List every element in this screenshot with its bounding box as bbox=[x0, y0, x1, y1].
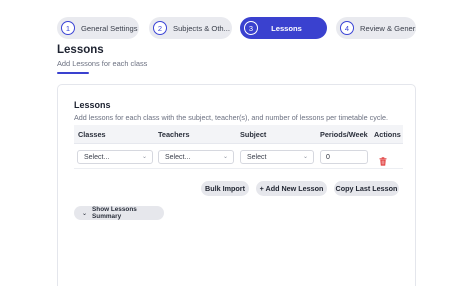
lessons-card: Lessons Add lessons for each class with … bbox=[57, 84, 416, 286]
column-header-classes: Classes bbox=[78, 129, 106, 139]
column-header-subject: Subject bbox=[240, 129, 267, 139]
chevron-down-icon: ⌄ bbox=[302, 154, 308, 160]
step-label: Lessons bbox=[271, 23, 302, 33]
step-label: General Settings bbox=[81, 23, 138, 33]
card-description: Add lessons for each class with the subj… bbox=[74, 113, 389, 122]
step-review-generate[interactable]: 4 Review & Gener... bbox=[336, 17, 416, 39]
column-header-teachers: Teachers bbox=[158, 129, 190, 139]
periods-per-week-input[interactable]: 0 bbox=[320, 150, 368, 164]
title-underline bbox=[57, 72, 89, 74]
bulk-import-button[interactable]: Bulk Import bbox=[201, 181, 249, 196]
trash-icon[interactable] bbox=[379, 153, 387, 171]
column-header-actions: Actions bbox=[374, 129, 401, 139]
page-subtitle: Add Lessons for each class bbox=[57, 59, 148, 68]
step-subjects[interactable]: 2 Subjects & Oth... bbox=[149, 17, 232, 39]
column-header-periods-week: Periods/Week bbox=[320, 129, 368, 139]
chevron-down-icon: ⌄ bbox=[222, 154, 228, 160]
wizard-stepper: 1 General Settings 2 Subjects & Oth... 3… bbox=[57, 17, 474, 39]
step-label: Review & Gener... bbox=[360, 23, 416, 33]
chevron-down-icon: ⌄ bbox=[82, 210, 88, 217]
page-title: Lessons bbox=[57, 44, 104, 56]
step-lessons[interactable]: 3 Lessons bbox=[240, 17, 327, 39]
classes-select[interactable]: Select... ⌄ bbox=[77, 150, 153, 164]
teachers-select[interactable]: Select... ⌄ bbox=[158, 150, 234, 164]
lessons-table: Classes Teachers Subject Periods/Week Ac… bbox=[74, 125, 403, 169]
chevron-down-icon: ⌄ bbox=[141, 154, 147, 160]
step-number: 2 bbox=[153, 21, 167, 35]
add-new-lesson-button[interactable]: + Add New Lesson bbox=[256, 181, 327, 196]
step-general-settings[interactable]: 1 General Settings bbox=[57, 17, 139, 39]
show-lessons-summary-toggle[interactable]: ⌄ Show Lessons Summary bbox=[74, 206, 164, 220]
classes-select-value: Select... bbox=[84, 153, 110, 161]
subject-select[interactable]: Select ⌄ bbox=[240, 150, 314, 164]
table-header: Classes Teachers Subject Periods/Week Ac… bbox=[74, 125, 403, 144]
teachers-select-value: Select... bbox=[165, 153, 191, 161]
table-row: Select... ⌄ Select... ⌄ Select ⌄ 0 bbox=[74, 144, 403, 169]
step-label: Subjects & Oth... bbox=[173, 23, 230, 33]
step-number: 1 bbox=[61, 21, 75, 35]
periods-value: 0 bbox=[326, 153, 330, 161]
card-title: Lessons bbox=[74, 100, 111, 110]
subject-select-value: Select bbox=[247, 153, 267, 161]
copy-last-lesson-button[interactable]: Copy Last Lesson bbox=[334, 181, 399, 196]
step-number: 4 bbox=[340, 21, 354, 35]
step-number: 3 bbox=[244, 21, 258, 35]
summary-toggle-label: Show Lessons Summary bbox=[92, 206, 137, 220]
